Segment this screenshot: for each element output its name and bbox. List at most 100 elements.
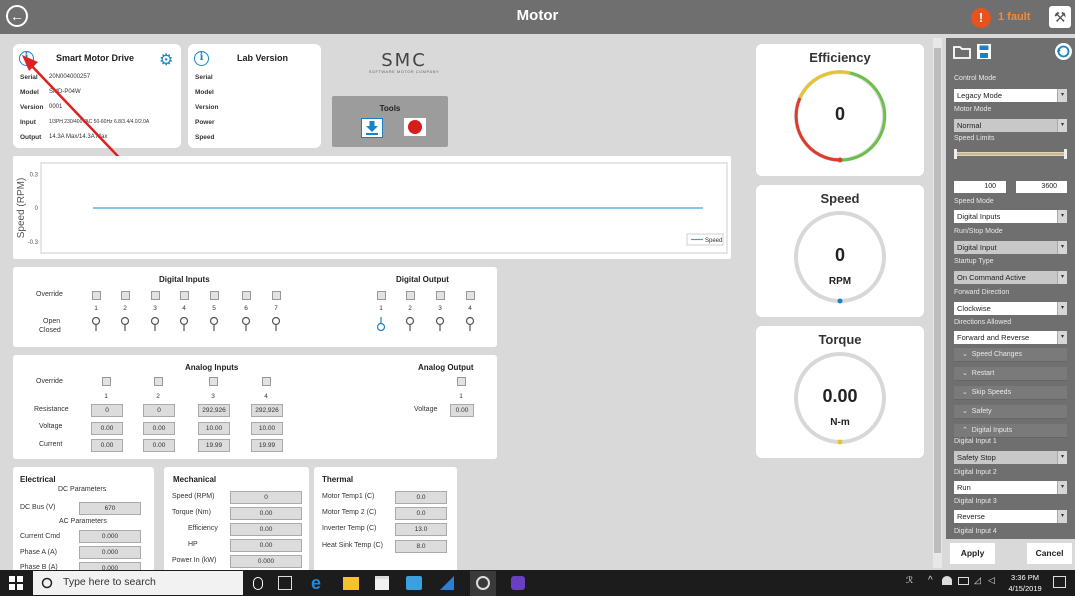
ao-override-checkbox[interactable] (457, 377, 466, 386)
fault-alert-icon[interactable]: ! (971, 8, 991, 28)
people-icon[interactable]: ℛ (906, 575, 913, 586)
speed-value: 0 (834, 245, 845, 265)
startup-type-select[interactable]: On Command Active ▾ (954, 271, 1067, 284)
digital-input-3-select[interactable]: Reverse ▾ (954, 510, 1067, 523)
open-folder-icon[interactable] (953, 44, 971, 60)
run-stop-select[interactable]: Digital Input ▾ (954, 241, 1067, 254)
tray-chevron-up-icon[interactable]: ^ (928, 575, 933, 586)
speed-max-input[interactable]: 3600 (1016, 181, 1067, 193)
do-override-checkbox[interactable] (436, 291, 445, 300)
motor-app-taskbar-button[interactable] (470, 571, 496, 596)
smc-tagline: SOFTWARE MOTOR COMPANY (368, 69, 440, 74)
network-icon[interactable]: ◿ (974, 575, 981, 586)
ai-value-field[interactable]: 0.00 (143, 421, 175, 435)
lab-serial-label: Serial (195, 74, 213, 81)
do-override-checkbox[interactable] (466, 291, 475, 300)
di-override-checkbox[interactable] (272, 291, 281, 300)
di-override-checkbox[interactable] (151, 291, 160, 300)
ai-override-checkbox[interactable] (262, 377, 271, 386)
di-override-checkbox[interactable] (121, 291, 130, 300)
chevron-down-icon: ⌄ (962, 408, 968, 415)
electrical-title: Electrical (20, 475, 56, 484)
clock-time[interactable]: 3:36 PM (1008, 573, 1042, 582)
motor-mode-select[interactable]: Normal ▾ (954, 119, 1067, 132)
di-override-checkbox[interactable] (210, 291, 219, 300)
battery-icon[interactable] (958, 577, 969, 585)
control-mode-value: Legacy Mode (957, 91, 1003, 100)
ai-override-checkbox[interactable] (154, 377, 163, 386)
save-icon[interactable] (976, 43, 992, 60)
volume-icon[interactable]: ◁ (988, 575, 995, 586)
file-explorer-icon[interactable] (343, 577, 359, 590)
chevron-down-icon: ▾ (1057, 481, 1067, 494)
lab-info-icon[interactable]: i (194, 51, 209, 66)
ai-value-field[interactable]: 0.00 (143, 439, 175, 452)
do-override-checkbox[interactable] (377, 291, 386, 300)
download-button[interactable] (361, 118, 383, 138)
fault-count-link[interactable]: 1 fault (998, 11, 1030, 23)
speed-limits-slider[interactable] (954, 149, 1067, 159)
phase-a-field: 0.000 (79, 546, 141, 559)
store-icon[interactable] (375, 576, 389, 590)
do-override-checkbox[interactable] (406, 291, 415, 300)
ai-value-field[interactable]: 19.99 (198, 439, 230, 452)
apply-button[interactable]: Apply (950, 543, 995, 564)
digital-input-2-select[interactable]: Run ▾ (954, 481, 1067, 494)
di-override-checkbox[interactable] (92, 291, 101, 300)
windows-start-icon[interactable] (9, 576, 23, 590)
section-safety[interactable]: ⌄ Safety (954, 405, 1067, 419)
efficiency-value: 0 (834, 104, 845, 124)
ai-number: 2 (156, 393, 160, 400)
mail-icon[interactable] (406, 576, 422, 590)
ai-value-field[interactable]: 19.99 (251, 439, 283, 452)
purple-app-icon[interactable] (511, 576, 525, 590)
ai-value-field[interactable]: 292,926 (198, 404, 230, 417)
ai-override-checkbox[interactable] (209, 377, 218, 386)
scrollbar-thumb[interactable] (934, 48, 941, 553)
control-mode-select[interactable]: Legacy Mode ▾ (954, 89, 1067, 102)
section-digital-inputs[interactable]: ⌃ Digital Inputs (954, 424, 1067, 438)
cancel-button[interactable]: Cancel (1027, 543, 1072, 564)
ao-voltage-label: Voltage (414, 406, 438, 413)
record-button[interactable] (404, 118, 426, 136)
speed-min-input[interactable]: 100 (954, 181, 1006, 193)
slider-min-handle[interactable] (954, 149, 957, 159)
speed-mode-select[interactable]: Digital Inputs ▾ (954, 210, 1067, 223)
motor-mode-label: Motor Mode (954, 106, 992, 113)
ai-value-field[interactable]: 0.00 (91, 439, 123, 452)
section-skip-speeds[interactable]: ⌄ Skip Speeds (954, 386, 1067, 400)
directions-allowed-select[interactable]: Forward and Reverse ▾ (954, 331, 1067, 344)
clock-date[interactable]: 4/15/2019 (1008, 584, 1042, 593)
ai-value-field[interactable]: 10.00 (198, 421, 230, 435)
cloud-icon[interactable] (942, 576, 952, 585)
gear-icon[interactable]: ⚙ (159, 50, 173, 70)
ao-voltage-field[interactable]: 0.00 (450, 404, 474, 417)
di-override-checkbox[interactable] (180, 291, 189, 300)
slider-max-handle[interactable] (1064, 149, 1067, 159)
ai-number: 4 (264, 393, 268, 400)
di-switch (270, 316, 282, 331)
di-switch (90, 316, 102, 331)
run-stop-value: Digital Input (957, 243, 997, 252)
di-override-checkbox[interactable] (242, 291, 251, 300)
notifications-icon[interactable] (1053, 576, 1066, 588)
thermal-field: 0.0 (395, 491, 447, 504)
digital-input-4-label: Digital Input 4 (954, 528, 997, 535)
forward-direction-select[interactable]: Clockwise ▾ (954, 302, 1067, 315)
ai-override-checkbox[interactable] (102, 377, 111, 386)
microphone-icon[interactable] (253, 577, 263, 590)
ai-value-field[interactable]: 10.00 (251, 421, 283, 435)
ai-value-field[interactable]: 0.00 (91, 421, 123, 435)
panel-scrollbar[interactable] (933, 38, 942, 568)
digital-input-1-select[interactable]: Safety Stop ▾ (954, 451, 1067, 464)
wrench-settings-icon[interactable]: ⚒ (1049, 6, 1071, 28)
ai-value-field[interactable]: 0 (91, 404, 123, 417)
edge-browser-icon[interactable]: e (311, 573, 321, 594)
section-speed-changes[interactable]: ⌄ Speed Changes (954, 348, 1067, 362)
section-restart[interactable]: ⌄ Restart (954, 367, 1067, 381)
task-view-icon[interactable] (278, 576, 292, 590)
refresh-icon[interactable] (1055, 43, 1072, 60)
taskbar-search-box[interactable]: Type here to search (33, 571, 243, 595)
ai-value-field[interactable]: 292,926 (251, 404, 283, 417)
ai-value-field[interactable]: 0 (143, 404, 175, 417)
